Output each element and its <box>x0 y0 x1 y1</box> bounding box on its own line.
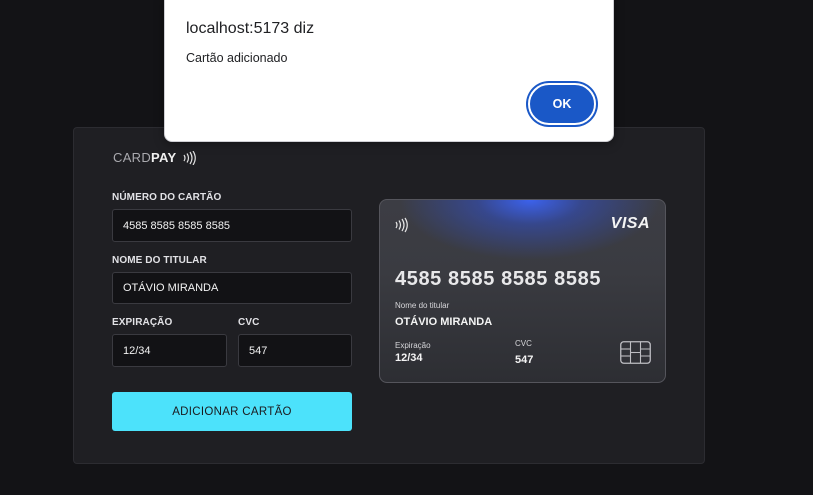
contactless-icon <box>183 150 196 165</box>
chip-icon <box>620 341 651 364</box>
add-card-button[interactable]: ADICIONAR CARTÃO <box>112 392 352 431</box>
card-number-input[interactable]: 4585 8585 8585 8585 <box>112 209 352 242</box>
holder-name-input[interactable]: OTÁVIO MIRANDA <box>112 272 352 304</box>
card-preview: VISA 4585 8585 8585 8585 Nome do titular… <box>379 199 666 383</box>
dialog-message: Cartão adicionado <box>186 51 288 65</box>
card-form-panel: CARD PAY NÚMERO DO CARTÃO 4585 8585 8585 … <box>73 127 705 464</box>
card-preview-cvc: 547 <box>515 354 534 366</box>
card-preview-cvc-caption: CVC <box>515 339 532 348</box>
brand-logo: CARD PAY <box>113 150 197 165</box>
card-preview-holder: OTÁVIO MIRANDA <box>395 316 493 328</box>
expiry-label: EXPIRAÇÃO <box>112 317 173 328</box>
contactless-icon <box>395 217 408 233</box>
card-preview-expiry-caption: Expiração <box>395 341 431 350</box>
ok-button[interactable]: OK <box>528 83 596 125</box>
card-preview-holder-caption: Nome do titular <box>395 301 450 310</box>
dialog-title: localhost:5173 diz <box>186 20 315 37</box>
brand-light-text: CARD <box>113 150 152 165</box>
card-preview-number: 4585 8585 8585 8585 <box>395 268 602 290</box>
visa-logo: VISA <box>610 215 650 232</box>
expiry-input[interactable]: 12/34 <box>112 334 227 367</box>
holder-name-label: NOME DO TITULAR <box>112 255 207 266</box>
cvc-input[interactable]: 547 <box>238 334 352 367</box>
brand-bold-text: PAY <box>151 150 177 165</box>
card-number-label: NÚMERO DO CARTÃO <box>112 192 222 203</box>
alert-dialog: localhost:5173 diz Cartão adicionado OK <box>164 0 614 142</box>
card-preview-expiry: 12/34 <box>395 352 423 364</box>
cvc-label: CVC <box>238 317 260 328</box>
